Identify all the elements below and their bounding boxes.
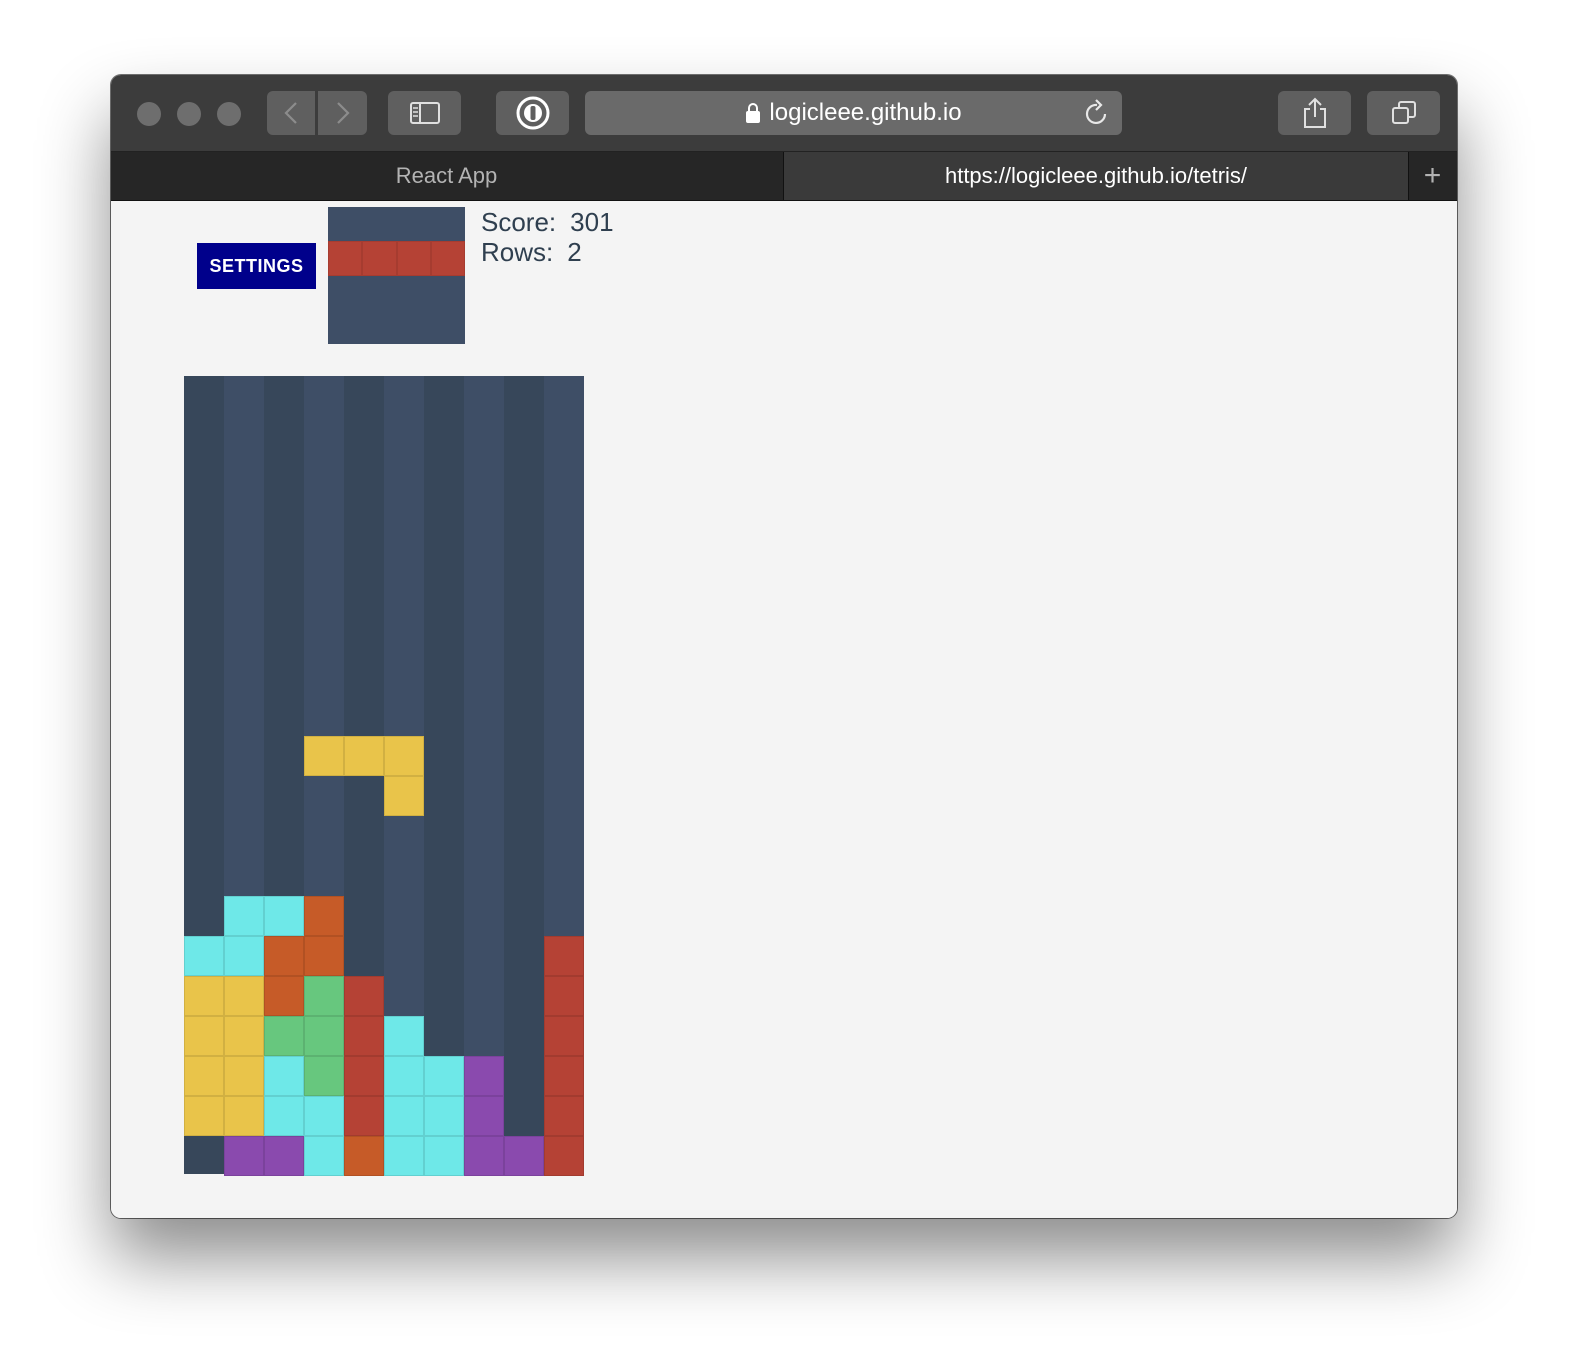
locked-block: [224, 1136, 264, 1176]
locked-block: [544, 1056, 584, 1096]
rows-label: Rows:: [481, 237, 554, 267]
locked-block: [384, 1136, 424, 1176]
tab-bar: React App https://logicleee.github.io/te…: [111, 152, 1457, 201]
locked-block: [184, 936, 224, 976]
falling-piece-block: [304, 736, 344, 776]
password-manager-button[interactable]: [496, 91, 569, 135]
locked-block: [464, 1136, 504, 1176]
tabs-overview-icon: [1391, 101, 1416, 124]
locked-block: [304, 1056, 344, 1096]
locked-block: [384, 1016, 424, 1056]
score-row: Score: 301: [481, 207, 614, 237]
chevron-right-icon: [336, 102, 350, 124]
minimize-window-button[interactable]: [177, 102, 201, 126]
locked-block: [224, 936, 264, 976]
locked-block: [304, 936, 344, 976]
score-value: 301: [570, 207, 614, 237]
locked-block: [264, 976, 304, 1016]
next-piece-block: [430, 241, 465, 276]
locked-block: [344, 976, 384, 1016]
new-tab-button[interactable]: +: [1408, 152, 1457, 200]
locked-block: [264, 1136, 304, 1176]
locked-block: [344, 1136, 384, 1176]
sidebar-button[interactable]: [388, 91, 461, 135]
locked-block: [544, 1016, 584, 1056]
chevron-left-icon: [284, 102, 297, 124]
keyhole-icon: [516, 96, 549, 130]
locked-block: [464, 1096, 504, 1136]
locked-block: [304, 896, 344, 936]
locked-block: [424, 1136, 464, 1176]
back-button[interactable]: [267, 91, 315, 135]
rows-row: Rows: 2: [481, 237, 614, 267]
next-piece-block: [396, 241, 431, 276]
locked-block: [264, 1096, 304, 1136]
locked-block: [264, 1056, 304, 1096]
locked-block: [224, 976, 264, 1016]
locked-block: [224, 1056, 264, 1096]
next-piece-block: [328, 241, 363, 276]
zoom-window-button[interactable]: [217, 102, 241, 126]
locked-block: [264, 1016, 304, 1056]
address-bar[interactable]: logicleee.github.io: [585, 91, 1122, 135]
next-piece-preview: [328, 207, 465, 344]
game-board[interactable]: [184, 376, 584, 1176]
board-column: [424, 376, 464, 1174]
locked-block: [184, 1056, 224, 1096]
browser-toolbar: logicleee.github.io: [111, 75, 1457, 152]
locked-block: [344, 1016, 384, 1056]
locked-block: [424, 1056, 464, 1096]
share-button[interactable]: [1278, 91, 1351, 135]
reload-icon[interactable]: [1084, 99, 1110, 127]
locked-block: [544, 1136, 584, 1176]
locked-block: [264, 936, 304, 976]
address-text: logicleee.github.io: [769, 99, 962, 126]
locked-block: [384, 1096, 424, 1136]
locked-block: [224, 1016, 264, 1056]
locked-block: [504, 1136, 544, 1176]
locked-block: [344, 1056, 384, 1096]
locked-block: [264, 896, 304, 936]
forward-button[interactable]: [318, 91, 367, 135]
page-content: SETTINGS Score: 301 Rows: 2: [111, 201, 1457, 1218]
locked-block: [184, 1096, 224, 1136]
sidebar-icon: [409, 102, 440, 124]
locked-block: [224, 896, 264, 936]
locked-block: [544, 976, 584, 1016]
locked-block: [344, 1096, 384, 1136]
locked-block: [544, 1096, 584, 1136]
falling-piece-block: [384, 776, 424, 816]
locked-block: [184, 976, 224, 1016]
locked-block: [544, 936, 584, 976]
board-column: [504, 376, 544, 1174]
lock-icon: [746, 103, 761, 123]
next-piece-block: [362, 241, 397, 276]
tab-tetris[interactable]: https://logicleee.github.io/tetris/: [783, 152, 1409, 200]
locked-block: [184, 1016, 224, 1056]
score-label: Score:: [481, 207, 557, 237]
locked-block: [304, 1136, 344, 1176]
browser-window: logicleee.github.io React App https://lo…: [111, 75, 1457, 1218]
settings-button[interactable]: SETTINGS: [197, 243, 316, 289]
locked-block: [384, 1056, 424, 1096]
locked-block: [304, 1016, 344, 1056]
share-icon: [1303, 97, 1326, 128]
falling-piece-block: [344, 736, 384, 776]
falling-piece-block: [384, 736, 424, 776]
locked-block: [424, 1096, 464, 1136]
close-window-button[interactable]: [137, 102, 161, 126]
locked-block: [224, 1096, 264, 1136]
tab-overview-button[interactable]: [1367, 91, 1440, 135]
locked-block: [304, 1096, 344, 1136]
tab-react-app[interactable]: React App: [111, 152, 782, 200]
rows-value: 2: [567, 237, 582, 267]
locked-block: [464, 1056, 504, 1096]
game-stats: Score: 301 Rows: 2: [481, 207, 614, 267]
locked-block: [304, 976, 344, 1016]
board-column: [464, 376, 504, 1174]
